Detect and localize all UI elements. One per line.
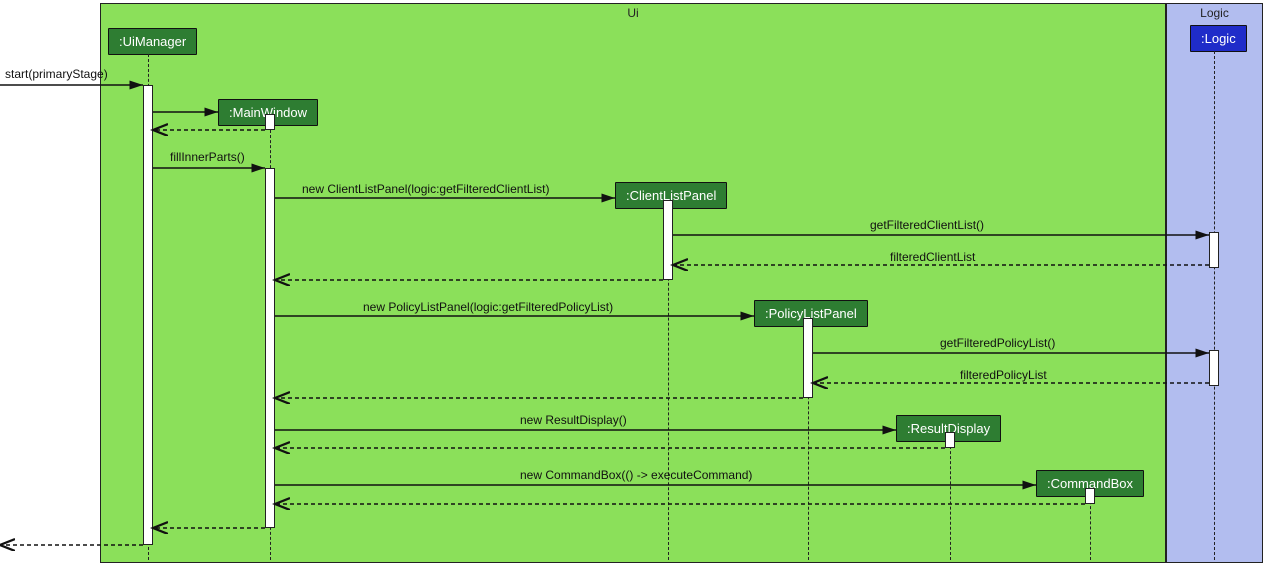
lifeline-resultdisplay	[950, 441, 951, 560]
msg-fillinnerparts: fillInnerParts()	[170, 150, 245, 164]
msg-filteredclientlist: filteredClientList	[890, 250, 975, 264]
participant-label: :Logic	[1201, 31, 1236, 46]
activation-logic-2	[1209, 350, 1219, 386]
lifeline-commandbox	[1090, 496, 1091, 560]
participant-uimanager: :UiManager	[108, 28, 197, 55]
msg-newresultdisplay: new ResultDisplay()	[520, 413, 627, 427]
activation-resultdisplay	[945, 432, 955, 448]
msg-newpolicylistpanel: new PolicyListPanel(logic:getFilteredPol…	[363, 300, 613, 314]
participant-label: :UiManager	[119, 34, 186, 49]
msg-start: start(primaryStage)	[5, 67, 108, 81]
activation-logic-1	[1209, 232, 1219, 268]
msg-filteredpolicylist: filteredPolicyList	[960, 368, 1047, 382]
logic-frame-label: Logic	[1200, 6, 1229, 20]
msg-newcommandbox: new CommandBox(() -> executeCommand)	[520, 468, 752, 482]
participant-logic: :Logic	[1190, 25, 1247, 52]
activation-policylistpanel	[803, 318, 813, 398]
activation-mainwindow-2	[265, 168, 275, 528]
activation-mainwindow-1	[265, 114, 275, 130]
activation-commandbox	[1085, 488, 1095, 504]
activation-clientlistpanel	[663, 200, 673, 280]
lifeline-logic	[1214, 51, 1215, 560]
msg-getfilteredpolicylist: getFilteredPolicyList()	[940, 336, 1055, 350]
ui-frame-label: Ui	[627, 6, 638, 20]
msg-newclientlistpanel: new ClientListPanel(logic:getFilteredCli…	[302, 182, 549, 196]
activation-uimanager	[143, 85, 153, 545]
msg-getfilteredclientlist: getFilteredClientList()	[870, 218, 984, 232]
